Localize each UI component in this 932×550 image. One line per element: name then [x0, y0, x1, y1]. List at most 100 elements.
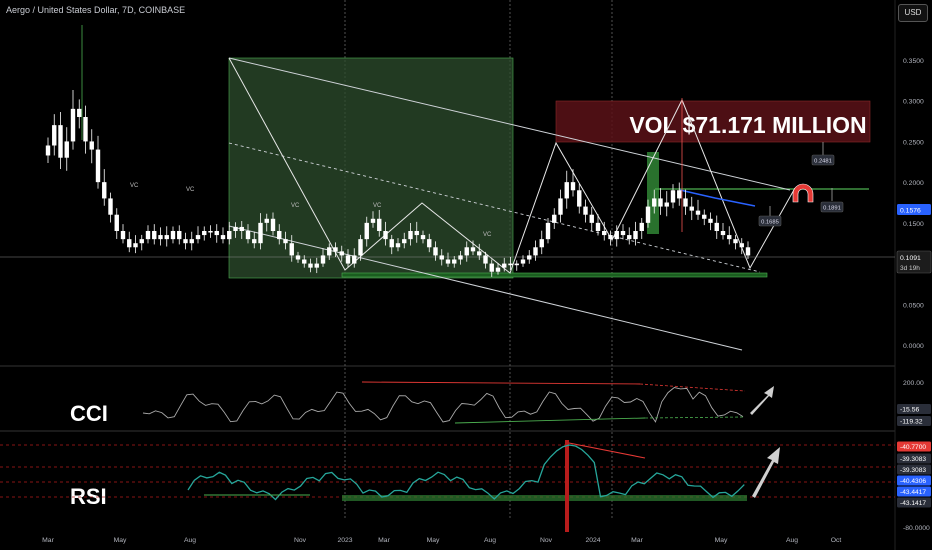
- chart-title: Aergo / United States Dollar, 7D, COINBA…: [6, 5, 186, 15]
- candle-body: [720, 231, 726, 236]
- vc-marker: VC: [373, 203, 382, 209]
- candle-body: [527, 255, 532, 260]
- candle-body: [252, 239, 257, 244]
- candle-body: [295, 255, 301, 260]
- candle-body: [539, 239, 544, 248]
- candle-body: [614, 231, 619, 240]
- candle-body: [508, 263, 513, 266]
- price-tick-label: 0.1500: [903, 221, 924, 228]
- candle-body: [514, 263, 519, 266]
- candle-body: [502, 263, 507, 268]
- candle-body: [695, 210, 701, 215]
- candle-body: [677, 190, 682, 199]
- price-tick-label: 0.0500: [903, 302, 924, 309]
- callout-1: 0.1685: [761, 220, 779, 226]
- candle-body: [458, 255, 463, 260]
- candle-body: [552, 214, 557, 223]
- candle-body: [89, 141, 94, 150]
- candle-body: [245, 231, 251, 240]
- candle-body: [52, 125, 57, 146]
- candle-body: [714, 222, 719, 231]
- candle-body: [270, 218, 276, 231]
- candle-body: [545, 222, 551, 240]
- candle-body: [652, 198, 657, 207]
- candle-body: [577, 190, 582, 207]
- time-axis-label: May: [427, 537, 440, 544]
- candle-body: [308, 263, 313, 268]
- time-axis-label: Oct: [831, 537, 842, 544]
- time-axis-label: 2023: [337, 537, 352, 544]
- candle-body: [352, 255, 357, 264]
- rsi-value-label: -40.4306: [900, 478, 926, 485]
- candle-body: [102, 182, 107, 199]
- rsi-value-label: -39.3083: [900, 467, 926, 474]
- candle-body: [627, 235, 632, 240]
- candle-body: [495, 267, 501, 272]
- candle-body: [208, 231, 213, 233]
- candle-body: [639, 222, 644, 231]
- time-axis-label: Aug: [184, 537, 196, 544]
- candle-body: [45, 145, 51, 156]
- candle-body: [120, 231, 126, 240]
- time-axis-label: Nov: [540, 537, 553, 544]
- time-axis-label: 2024: [585, 537, 600, 544]
- candle-body: [333, 247, 338, 252]
- time-axis-label: Mar: [378, 537, 390, 544]
- candle-body: [139, 239, 144, 244]
- candle-body: [433, 247, 438, 256]
- candle-body: [602, 231, 607, 236]
- cci-value-label: -119.32: [900, 419, 923, 426]
- candle-body: [470, 247, 476, 252]
- time-axis-label: May: [114, 537, 127, 544]
- rsi-value-label: -43.4417: [900, 489, 926, 496]
- candle-body: [227, 231, 232, 240]
- currency-button[interactable]: USD: [898, 4, 928, 22]
- candle-body: [702, 214, 707, 219]
- countdown-label: 3d 19h: [900, 265, 920, 272]
- candle-body: [114, 214, 119, 231]
- candle-body: [683, 198, 688, 207]
- price-chart[interactable]: VOL $71.171 MILLIONVCVCVC VCVC0.16850.248…: [0, 0, 932, 550]
- candle-body: [277, 231, 282, 240]
- candle-body: [533, 247, 538, 256]
- candle-body: [583, 206, 588, 215]
- time-axis-label: May: [715, 537, 728, 544]
- candle-body: [183, 239, 188, 244]
- time-axis-label: Mar: [631, 537, 643, 544]
- callout-3: 0.1891: [823, 206, 841, 212]
- rsi-peak-marker: [565, 440, 569, 532]
- candle-body: [108, 198, 113, 215]
- candle-body: [233, 226, 238, 231]
- price-tick-label: 0.2000: [903, 180, 924, 187]
- candle-body: [708, 218, 713, 223]
- candle-body: [264, 218, 269, 223]
- blue-price-label: 0.1576: [900, 208, 921, 215]
- candle-body: [658, 198, 663, 207]
- candle-body: [189, 239, 194, 244]
- candle-body: [739, 243, 744, 248]
- candle-body: [195, 235, 201, 240]
- candle-body: [395, 243, 401, 248]
- callout-2: 0.2481: [814, 159, 832, 165]
- time-axis-label: Mar: [42, 537, 54, 544]
- price-tick-label: 0.2500: [903, 139, 924, 146]
- candle-body: [427, 239, 432, 248]
- vc-marker: VC: [130, 183, 139, 189]
- candle-body: [414, 231, 419, 236]
- candle-body: [589, 214, 594, 223]
- rsi-value-label: -43.1417: [900, 500, 926, 507]
- candle-body: [383, 231, 388, 240]
- candle-body: [477, 251, 482, 256]
- candle-body: [158, 235, 163, 240]
- candle-body: [377, 218, 382, 231]
- candle-body: [64, 141, 69, 158]
- candle-body: [77, 108, 82, 117]
- candle-body: [408, 231, 413, 240]
- rsi-tick-label: -80.0000: [903, 525, 930, 532]
- candle-body: [670, 190, 676, 203]
- candle-body: [220, 235, 226, 240]
- candle-body: [177, 231, 182, 240]
- candle-body: [664, 202, 669, 207]
- candle-body: [452, 259, 457, 264]
- vc-marker: VC: [291, 203, 300, 209]
